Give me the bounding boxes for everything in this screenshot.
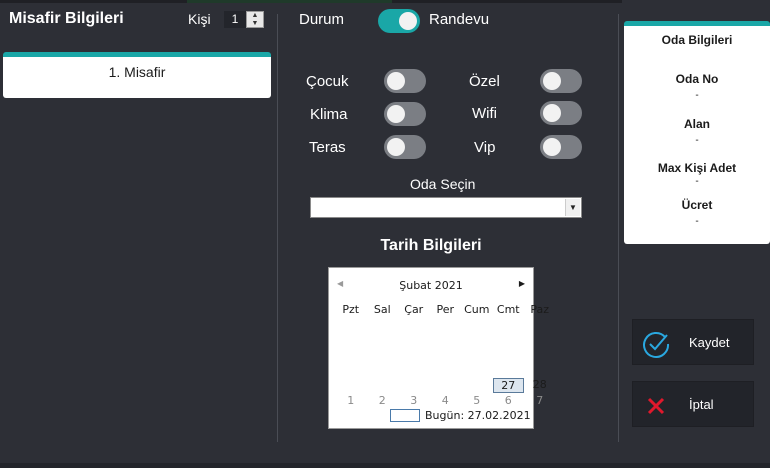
guest-item-label: 1. Misafir [108,64,166,80]
ozel-toggle[interactable] [540,69,582,93]
alan-value: - [695,135,699,146]
toggle-knob [387,72,405,90]
oda-no-value: - [695,90,699,101]
oda-select-value [311,200,315,214]
chevron-down-icon[interactable]: ▼ [565,199,580,216]
calendar-today[interactable]: Bugün: 27.02.2021 [425,409,531,422]
max-kisi-label: Max Kişi Adet [657,161,737,175]
wifi-toggle[interactable] [540,101,582,125]
kisi-stepper[interactable]: 1 ▲ ▼ [224,11,264,28]
cancel-label: İptal [689,397,714,412]
toggle-knob [399,12,417,30]
calendar-day[interactable] [461,378,493,393]
today-marker[interactable] [390,409,420,422]
top-border-right [392,0,622,3]
weekday: Sal [373,303,391,316]
room-info-title: Oda Bilgileri [661,33,733,47]
calendar-next-icon[interactable]: ▶ [519,279,525,288]
ozel-label: Özel [469,73,500,90]
calendar-day[interactable]: 7 [524,394,556,407]
calendar-day[interactable]: 3 [398,394,430,407]
calendar-day[interactable] [367,378,399,393]
calendar-day[interactable] [335,378,367,393]
cancel-button[interactable]: İptal [632,381,754,427]
bottom-bar [0,463,770,468]
oda-secin-label: Oda Seçin [410,176,476,192]
calendar-day[interactable]: 6 [493,394,525,407]
durum-label: Durum [299,11,345,28]
ucret-value: - [695,216,699,227]
stepper-arrows[interactable]: ▲ ▼ [246,11,264,28]
save-button[interactable]: Kaydet [632,319,754,365]
toggle-knob [387,138,405,156]
toggle-knob [543,72,561,90]
randevu-label: Randevu [429,11,490,28]
calendar[interactable]: ◀ Şubat 2021 ▶ Pzt Sal Çar Per Cum Cmt P… [328,267,549,429]
oda-no-label: Oda No [675,72,719,86]
kisi-value[interactable]: 1 [224,11,246,28]
weekday: Çar [404,303,424,316]
divider-right [618,14,619,442]
toggle-knob [543,138,561,156]
wifi-label: Wifi [472,105,497,122]
room-info-card: Oda Bilgileri Oda No - Alan - Max Kişi A… [624,21,770,244]
calendar-day[interactable]: 4 [430,394,462,407]
vip-label: Vip [474,139,496,156]
calendar-week: 1 2 3 4 5 6 7 [335,394,557,407]
calendar-day[interactable]: 2 [367,394,399,407]
weekday: Per [436,303,455,316]
calendar-month: Şubat 2021 [399,279,463,292]
top-border-left [0,0,187,3]
calendar-day-selected[interactable]: 27 [492,378,524,393]
calendar-day[interactable]: 5 [461,394,493,407]
cocuk-label: Çocuk [306,73,349,90]
weekday: Cum [464,303,490,316]
calendar-weekdays: Pzt Sal Çar Per Cum Cmt Paz [335,303,557,316]
klima-toggle[interactable] [384,102,426,126]
vip-toggle[interactable] [540,135,582,159]
toggle-knob [387,105,405,123]
save-label: Kaydet [689,335,730,350]
stepper-up-icon[interactable]: ▲ [247,12,263,20]
calendar-day[interactable] [398,378,430,393]
ucret-label: Ücret [681,198,713,212]
calendar-day[interactable] [430,378,462,393]
check-circle-icon [643,332,670,358]
teras-label: Teras [309,139,346,156]
cocuk-toggle[interactable] [384,69,426,93]
weekday: Cmt [496,303,520,316]
calendar-week: 27 28 [335,378,557,393]
stepper-down-icon[interactable]: ▼ [247,20,263,28]
calendar-day[interactable]: 1 [335,394,367,407]
oda-select[interactable]: ▼ [310,197,582,218]
alan-label: Alan [683,117,710,131]
toggle-knob [543,104,561,122]
top-border-accent [187,0,392,3]
close-icon [647,397,665,415]
page-title: Misafir Bilgileri [9,10,124,27]
kisi-label: Kişi [188,11,211,27]
teras-toggle[interactable] [384,135,426,159]
weekday: Pzt [342,303,360,316]
klima-label: Klima [310,106,348,123]
max-kisi-value: - [695,176,699,187]
calendar-day[interactable]: 28 [524,378,556,393]
divider-left [277,14,278,442]
guest-item[interactable]: 1. Misafir [3,52,271,98]
weekday: Paz [530,303,550,316]
durum-toggle[interactable] [378,9,420,33]
tarih-title: Tarih Bilgileri [380,237,482,254]
